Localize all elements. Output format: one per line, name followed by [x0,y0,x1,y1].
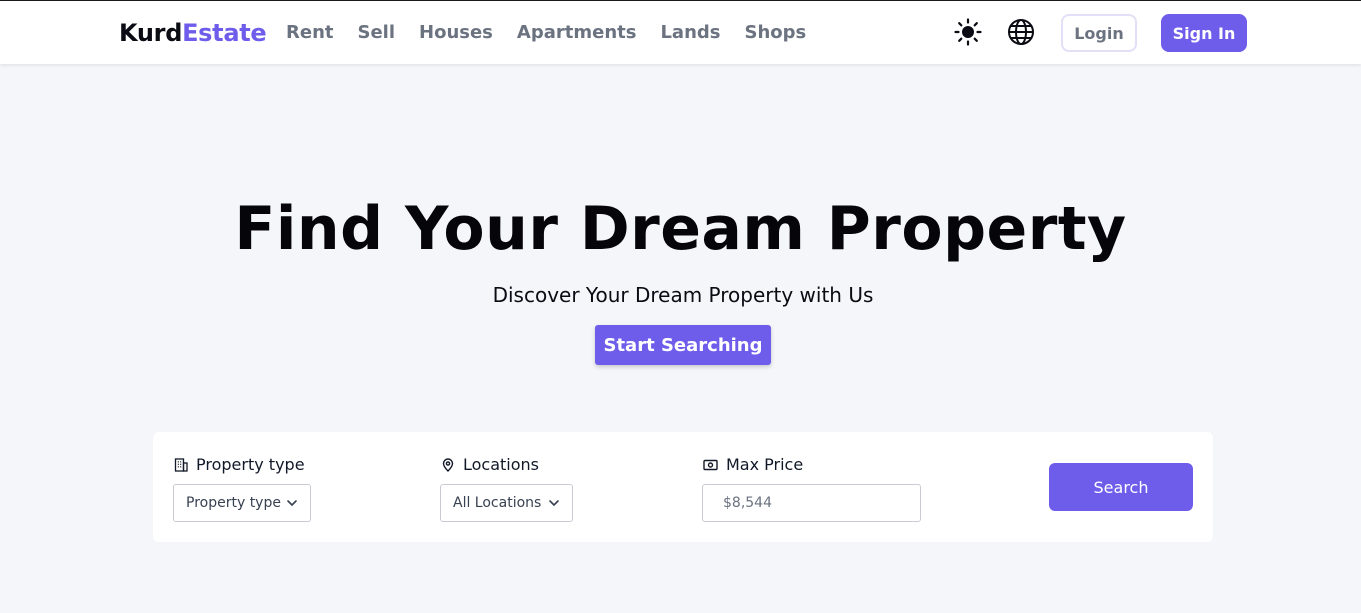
locations-value: All Locations [453,495,542,511]
max-price-label: Max Price [726,455,804,474]
locations-select[interactable]: All Locations [440,484,573,522]
brand-logo-part2: Estate [182,19,267,47]
locations-label-group: Locations [441,455,539,474]
max-price-label-group: Max Price [703,455,803,474]
property-type-label-group: Property type [174,455,305,474]
search-button[interactable]: Search [1049,463,1193,511]
hero-title: Find Your Dream Property [234,194,1127,264]
search-card: Property type Property type Locations Al… [153,432,1213,542]
property-type-select[interactable]: Property type [173,484,311,522]
sign-in-button[interactable]: Sign In [1161,14,1247,52]
building-icon [174,457,188,472]
start-searching-button[interactable]: Start Searching [595,325,771,365]
locations-label: Locations [463,455,540,474]
nav-link-rent[interactable]: Rent [286,22,334,43]
nav-link-houses[interactable]: Houses [419,22,493,43]
top-navbar: KurdEstate Rent Sell Houses Apartments L… [0,1,1361,64]
nav-link-apartments[interactable]: Apartments [517,22,637,43]
money-icon [703,459,718,470]
hero-subtitle: Discover Your Dream Property with Us [492,283,874,307]
map-pin-icon [442,457,454,472]
brand-logo[interactable]: KurdEstate [119,19,267,47]
nav-link-lands[interactable]: Lands [660,22,720,43]
property-type-label: Property type [196,455,305,474]
main-nav: Rent Sell Houses Apartments Lands Shops [286,22,830,43]
property-type-value: Property type [186,495,281,511]
globe-icon [1008,19,1034,45]
login-button[interactable]: Login [1061,14,1137,52]
language-button[interactable] [1006,17,1036,47]
nav-link-sell[interactable]: Sell [358,22,396,43]
nav-link-shops[interactable]: Shops [744,22,806,43]
sun-icon [954,18,982,46]
theme-toggle-button[interactable] [953,17,983,47]
chevron-down-icon [549,500,559,506]
brand-logo-part1: Kurd [119,19,183,47]
chevron-down-icon [287,500,297,506]
max-price-input[interactable] [702,484,921,522]
